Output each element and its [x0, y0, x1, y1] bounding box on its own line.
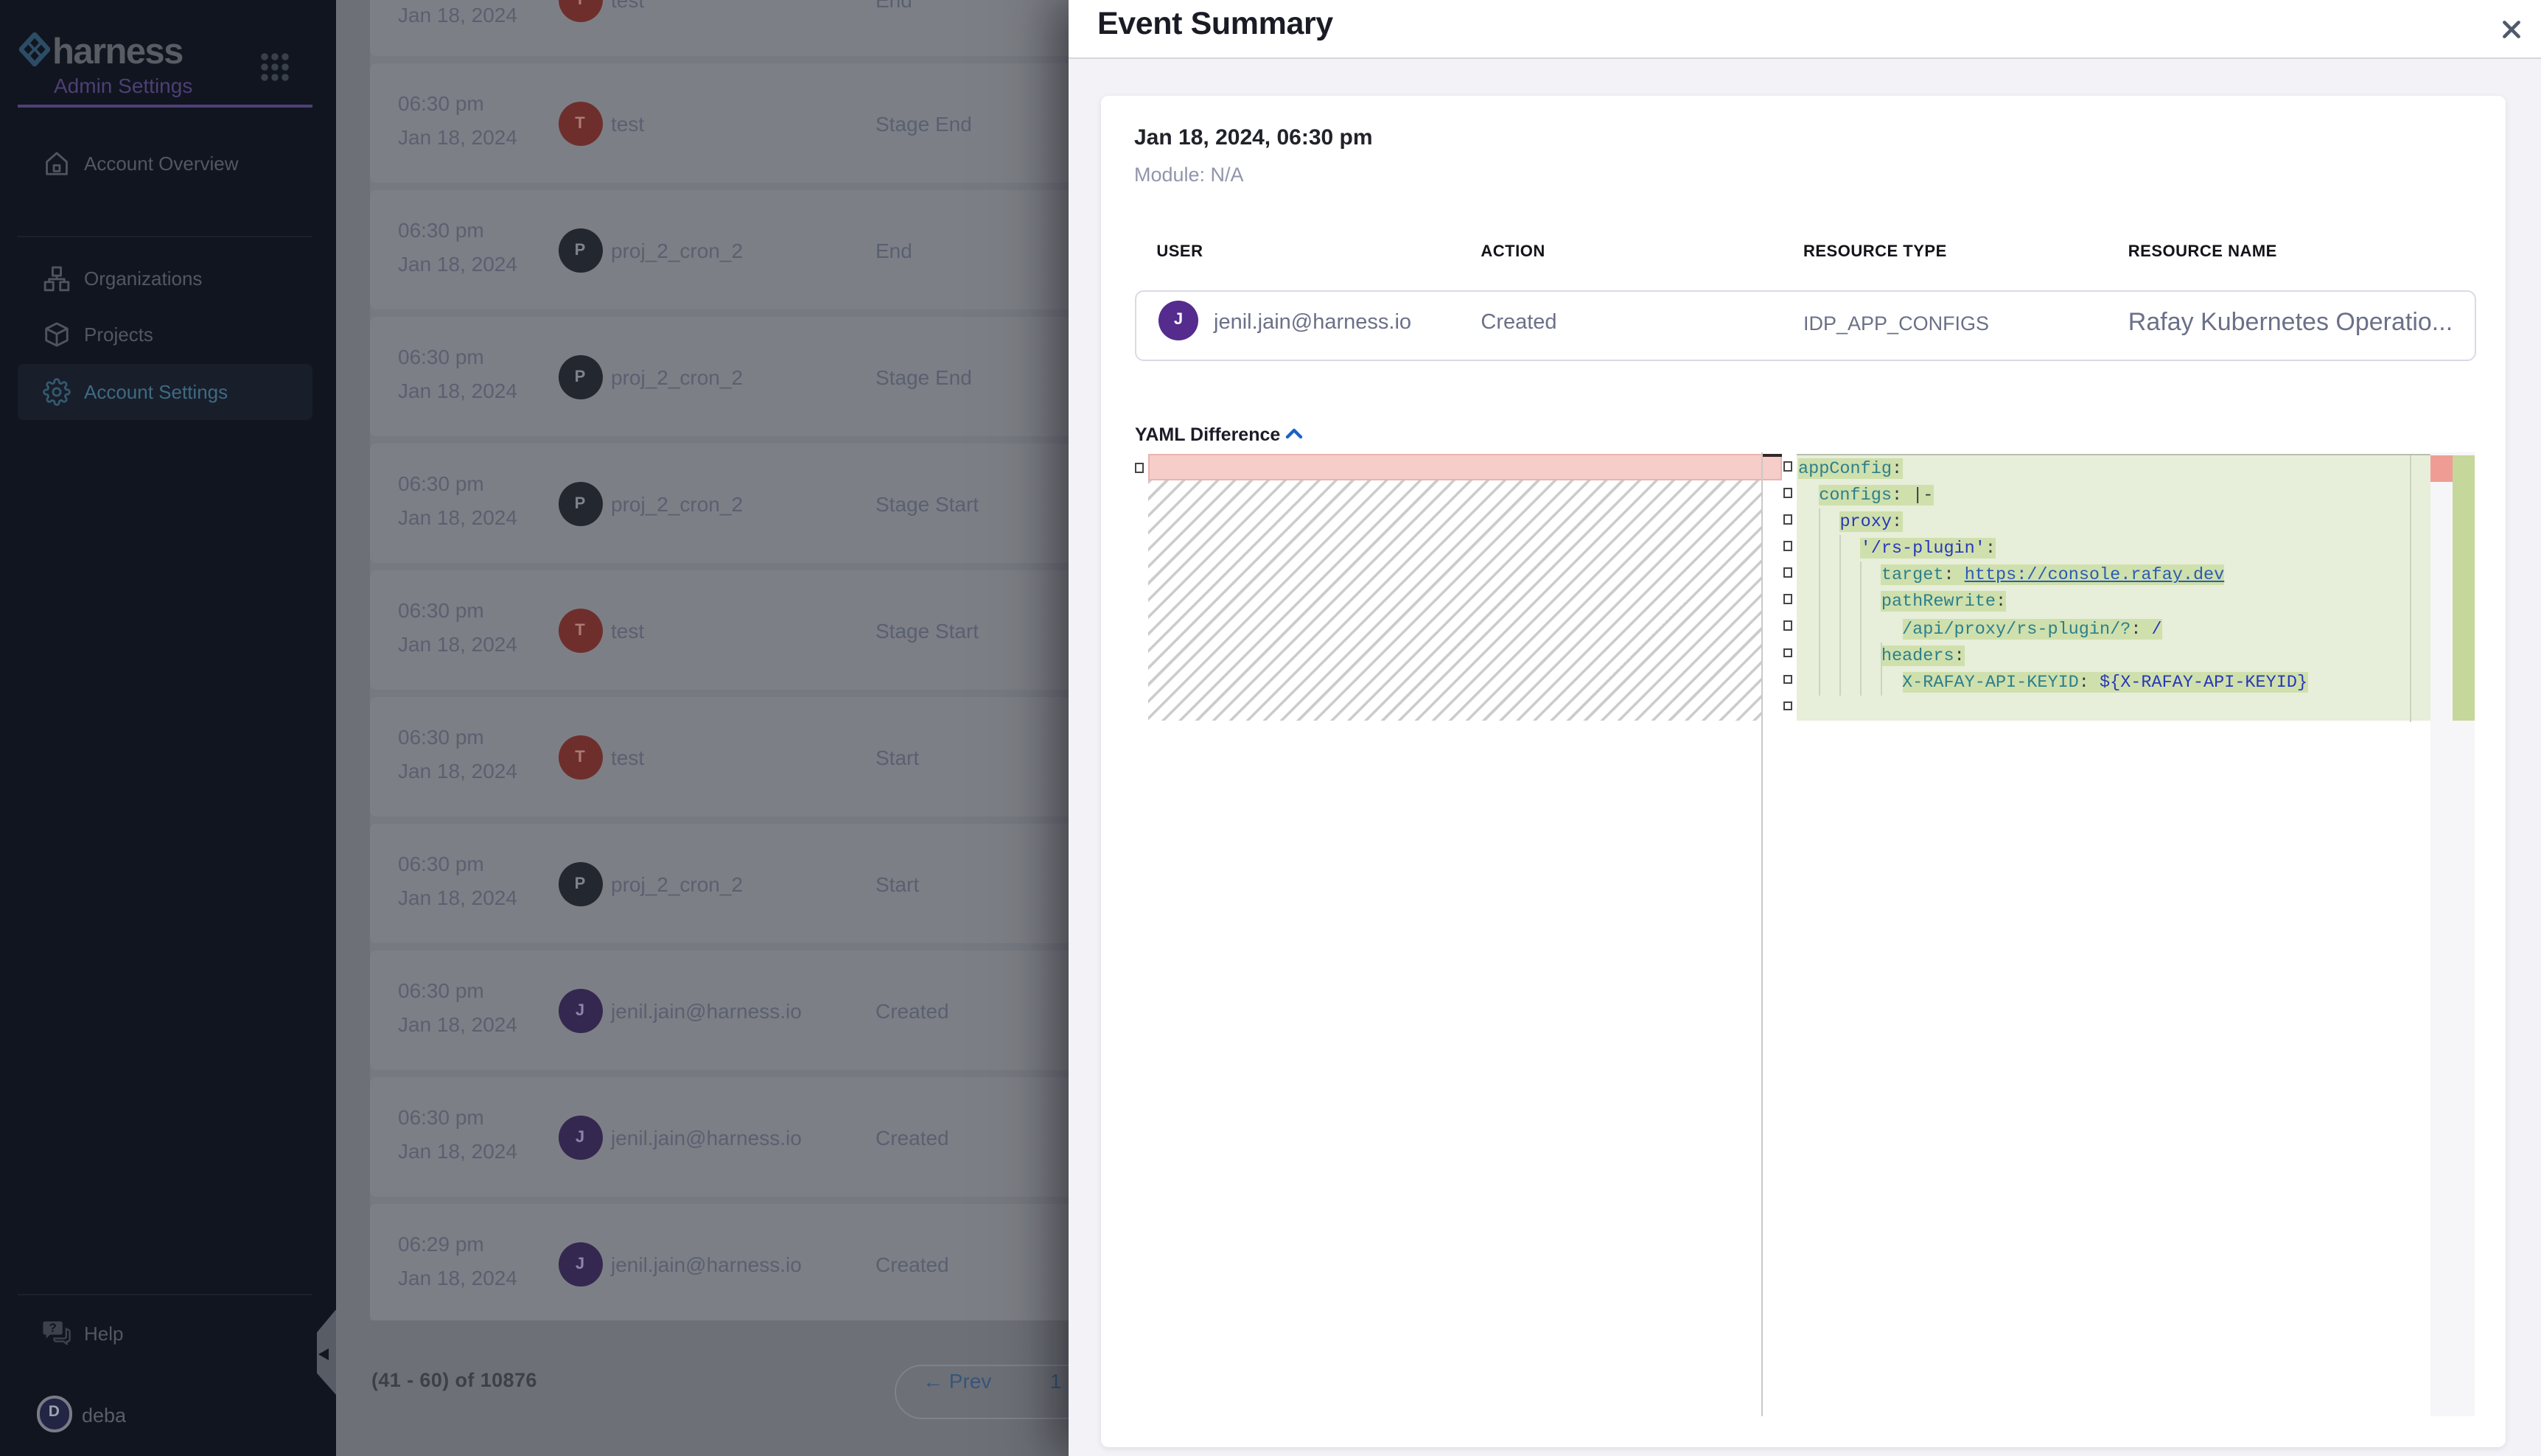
svg-text:?: ? [49, 1320, 56, 1334]
